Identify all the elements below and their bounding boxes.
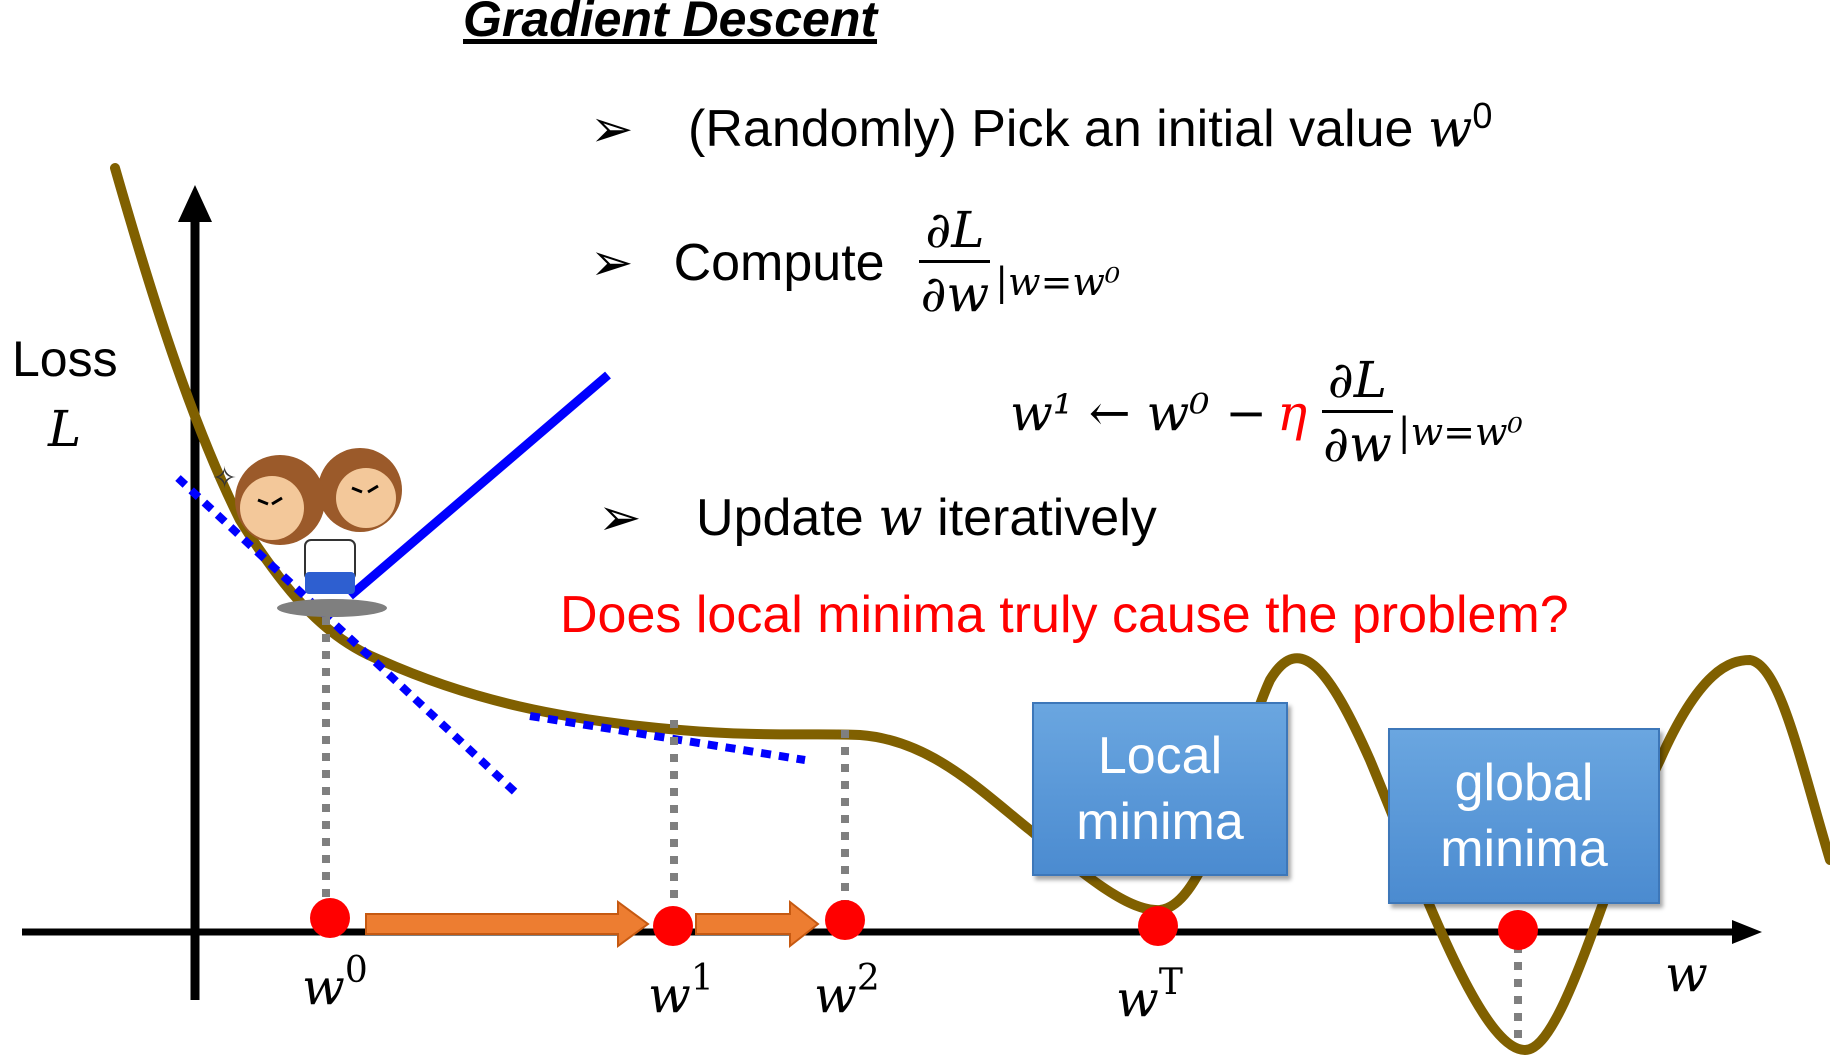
label-w0: w0 <box>302 950 368 1016</box>
step-arrow-w0-w1 <box>365 900 650 948</box>
point-wT <box>1138 906 1178 946</box>
local-minima-line2: minima <box>1076 793 1244 851</box>
label-wT: wT <box>1116 962 1183 1028</box>
x-axis-arrowhead-icon <box>1732 920 1762 944</box>
label-w2: w2 <box>814 958 880 1024</box>
global-minima-line1: global <box>1454 754 1594 812</box>
monkey-character-icon: ✧ <box>212 448 402 617</box>
global-minima-box: global minima <box>1388 728 1660 904</box>
slide: Gradient Descent ➢ (Randomly) Pick an in… <box>0 0 1830 1062</box>
point-w1 <box>653 906 693 946</box>
svg-text:✧: ✧ <box>212 461 237 496</box>
y-axis-arrowhead-icon <box>178 185 212 222</box>
point-w0 <box>310 898 350 938</box>
point-global <box>1498 910 1538 950</box>
x-axis-label-w: w <box>1665 945 1708 1003</box>
label-sup: 0 <box>344 950 368 991</box>
global-minima-line2: minima <box>1440 820 1608 878</box>
local-minima-line1: Local <box>1097 727 1223 785</box>
point-w2 <box>825 900 865 940</box>
label-base: w <box>648 966 691 1024</box>
y-axis-label-l: L <box>48 400 82 458</box>
label-sup: 2 <box>856 958 880 999</box>
label-w1: w1 <box>648 958 714 1024</box>
label-base: w <box>814 966 857 1024</box>
label-sup: T <box>1158 962 1183 1003</box>
y-axis-label-loss: Loss <box>12 331 118 387</box>
step-arrow-w1-w2 <box>695 899 820 949</box>
label-base: w <box>302 958 345 1016</box>
label-sup: 1 <box>690 958 714 999</box>
local-minima-box: Local minima <box>1032 702 1288 876</box>
label-base: w <box>1116 970 1159 1028</box>
